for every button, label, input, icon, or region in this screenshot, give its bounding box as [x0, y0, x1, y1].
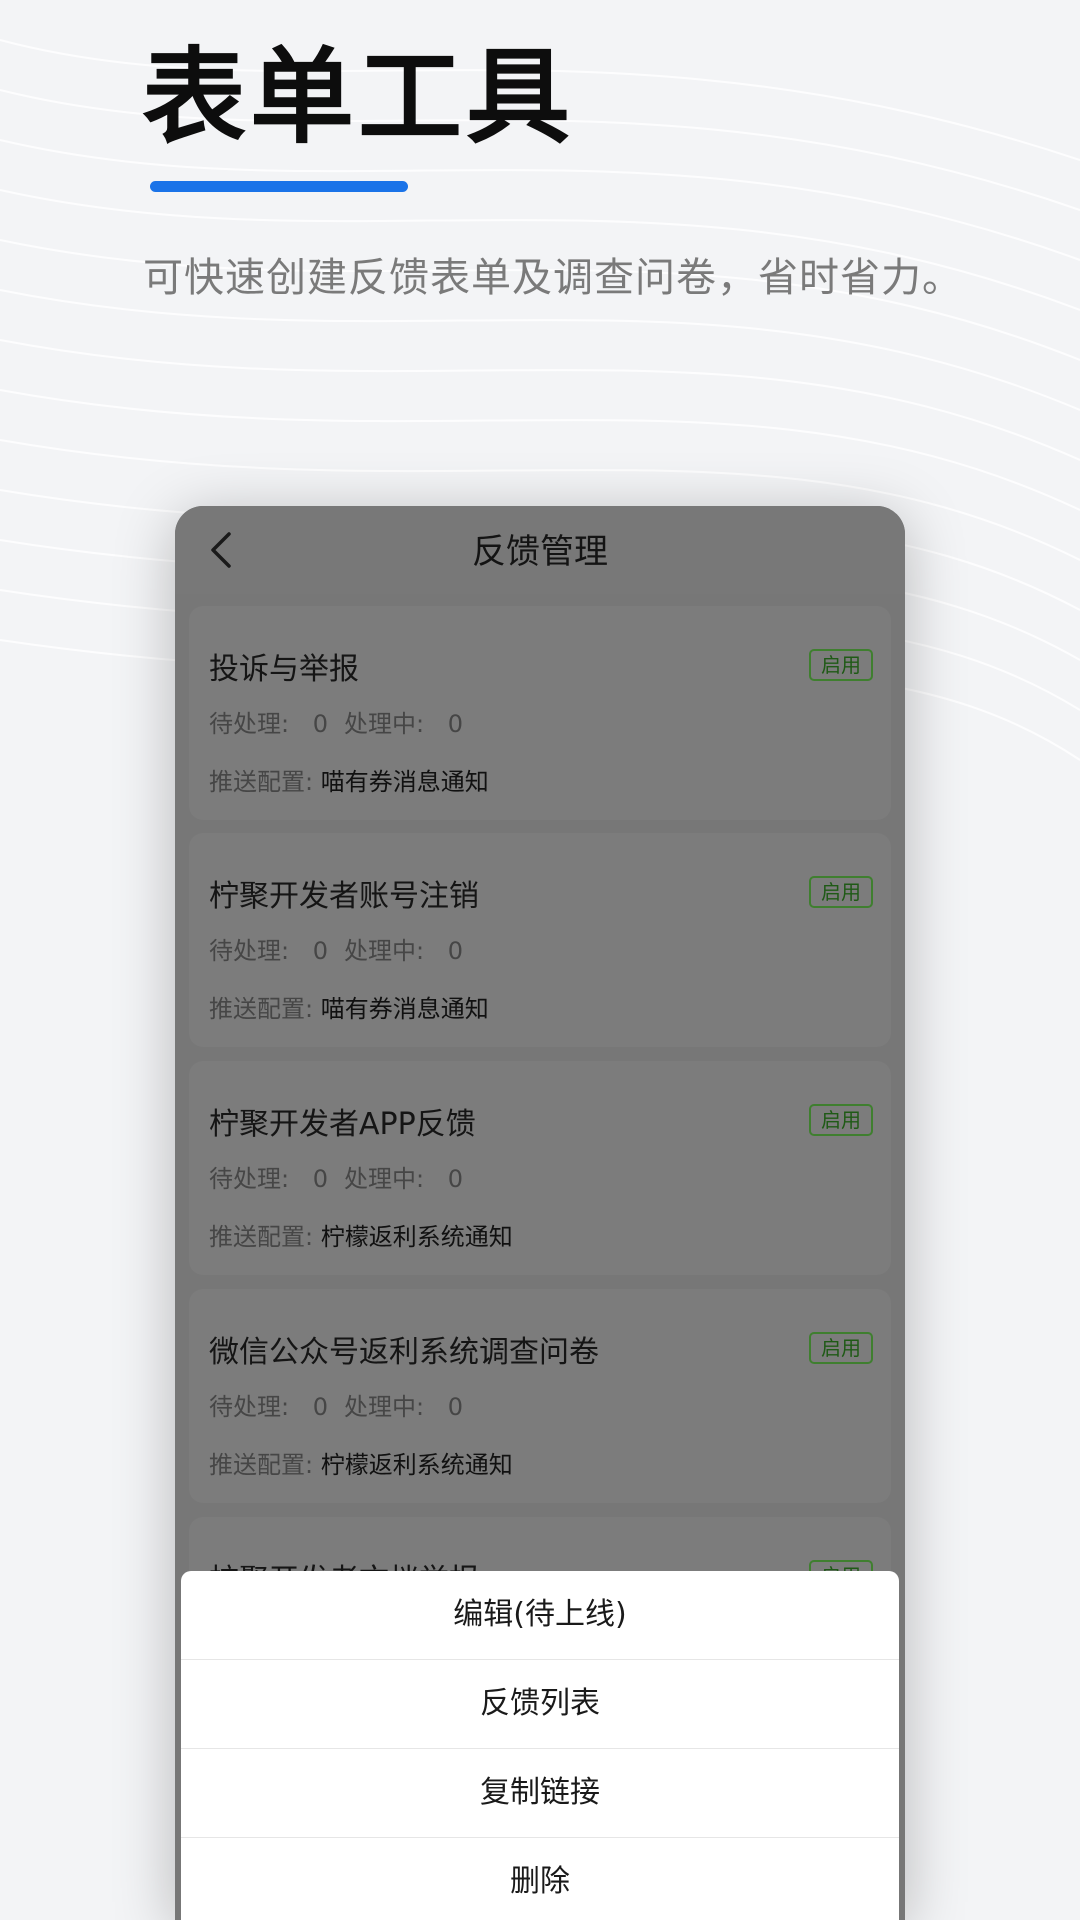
copy-link-button[interactable]: 复制链接	[181, 1749, 899, 1838]
promo-title: 表单工具	[142, 36, 575, 158]
feedback-card[interactable]: 柠聚开发者APP反馈 启用 待处理: 0 处理中: 0 推送配置: 柠檬返利系统通…	[189, 1061, 891, 1275]
status-badge: 启用	[809, 649, 873, 681]
card-title: 柠聚开发者账号注销	[209, 879, 479, 914]
card-title: 柠聚开发者APP反馈	[209, 1107, 476, 1142]
phone-screen: 反馈管理 投诉与举报 启用 待处理: 0 处理中: 0 推送配置: 喵有券消息通知…	[175, 506, 905, 1920]
pending-count: 待处理: 0	[209, 1165, 329, 1193]
push-config-label: 推送配置:	[209, 1223, 314, 1251]
processing-count: 处理中: 0	[344, 937, 464, 965]
push-config: 推送配置: 喵有券消息通知	[209, 989, 489, 1024]
card-stats: 待处理: 0 处理中: 0	[209, 1159, 463, 1194]
push-config-value: 柠檬返利系统通知	[320, 1451, 513, 1479]
processing-count: 处理中: 0	[344, 1393, 464, 1421]
card-stats: 待处理: 0 处理中: 0	[209, 704, 463, 739]
edit-button[interactable]: 编辑(待上线)	[181, 1571, 899, 1660]
page-title: 反馈管理	[472, 532, 608, 572]
card-stats: 待处理: 0 处理中: 0	[209, 931, 463, 966]
processing-count: 处理中: 0	[344, 1165, 464, 1193]
feedback-card[interactable]: 投诉与举报 启用 待处理: 0 处理中: 0 推送配置: 喵有券消息通知	[189, 606, 891, 820]
card-title: 投诉与举报	[209, 652, 359, 687]
push-config-value: 柠檬返利系统通知	[320, 1223, 513, 1251]
push-config: 推送配置: 柠檬返利系统通知	[209, 1445, 513, 1480]
promo-title-underline	[150, 181, 408, 192]
pending-count: 待处理: 0	[209, 937, 329, 965]
push-config: 推送配置: 柠檬返利系统通知	[209, 1217, 513, 1252]
push-config-label: 推送配置:	[209, 995, 314, 1023]
promo-subtitle: 可快速创建反馈表单及调查问卷，省时省力。	[143, 255, 963, 301]
delete-button[interactable]: 删除	[181, 1838, 899, 1920]
status-badge: 启用	[809, 1332, 873, 1364]
push-config-label: 推送配置:	[209, 1451, 314, 1479]
pending-count: 待处理: 0	[209, 1393, 329, 1421]
status-badge: 启用	[809, 1104, 873, 1136]
feedback-list-button[interactable]: 反馈列表	[181, 1660, 899, 1749]
push-config-label: 推送配置:	[209, 768, 314, 796]
push-config-value: 喵有券消息通知	[320, 995, 489, 1023]
push-config-value: 喵有券消息通知	[320, 768, 489, 796]
action-sheet: 编辑(待上线) 反馈列表 复制链接 删除	[181, 1571, 899, 1920]
feedback-card[interactable]: 微信公众号返利系统调查问卷 启用 待处理: 0 处理中: 0 推送配置: 柠檬返利…	[189, 1289, 891, 1503]
status-badge: 启用	[809, 876, 873, 908]
navbar: 反馈管理	[175, 506, 905, 594]
processing-count: 处理中: 0	[344, 710, 464, 738]
pending-count: 待处理: 0	[209, 710, 329, 738]
card-stats: 待处理: 0 处理中: 0	[209, 1387, 463, 1422]
push-config: 推送配置: 喵有券消息通知	[209, 762, 489, 797]
feedback-card[interactable]: 柠聚开发者账号注销 启用 待处理: 0 处理中: 0 推送配置: 喵有券消息通知	[189, 833, 891, 1047]
card-title: 微信公众号返利系统调查问卷	[209, 1335, 599, 1370]
